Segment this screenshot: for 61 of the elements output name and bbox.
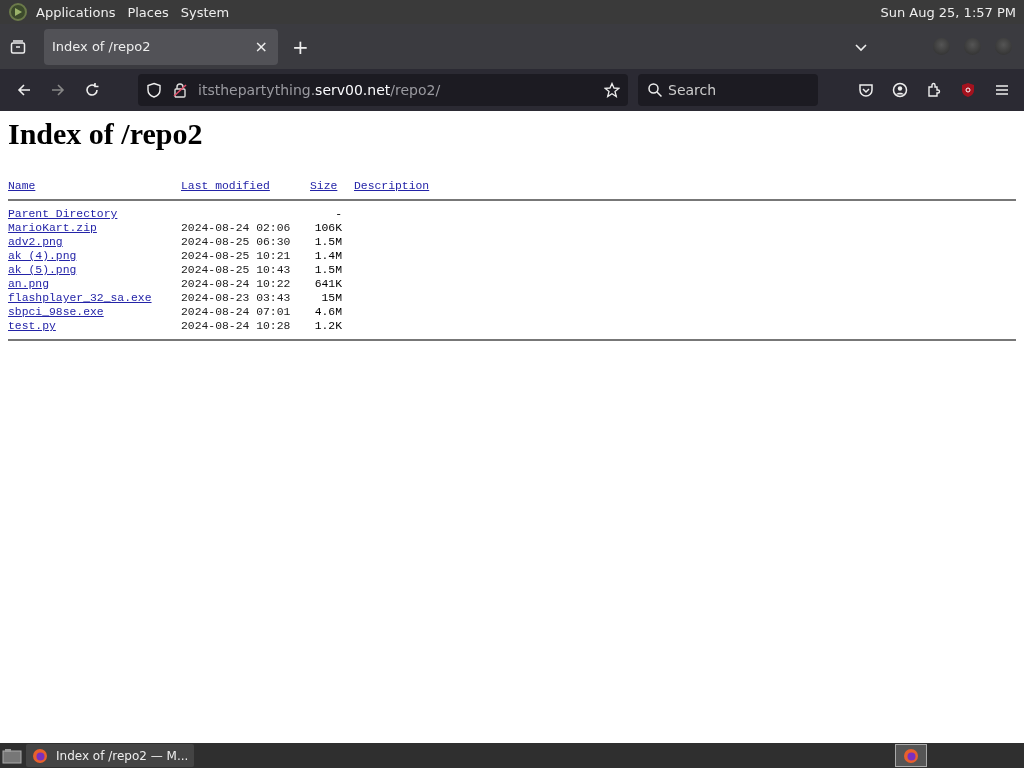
panel-menu[interactable]: Places [127, 4, 169, 20]
modified-date: 2024-08-25 10:21 [181, 249, 292, 263]
search-field[interactable]: Search [638, 74, 818, 106]
forward-icon[interactable] [50, 82, 66, 98]
size-column-link[interactable]: Size [310, 179, 354, 193]
tray-browser-button[interactable] [895, 744, 927, 767]
menu-icon[interactable] [994, 82, 1010, 98]
browser-tab[interactable]: Index of /repo2 × [44, 28, 278, 65]
file-link[interactable]: ak (5).png [8, 263, 181, 277]
puzzle-icon[interactable] [926, 82, 942, 98]
file-link[interactable]: flashplayer_32_sa.exe [8, 291, 181, 305]
description-column-link[interactable]: Description [354, 179, 430, 193]
desktop-icon[interactable] [2, 747, 22, 764]
file-size: 1.5M [313, 263, 342, 277]
browser-globe-icon [32, 747, 48, 764]
file-size: 4.6M [313, 305, 342, 319]
modified-date: 2024-08-24 10:22 [181, 277, 292, 291]
modified-date: 2024-08-24 07:01 [181, 305, 292, 319]
reload-icon[interactable] [84, 82, 100, 98]
file-link[interactable]: ak (4).png [8, 249, 181, 263]
tab-list-icon[interactable] [10, 38, 26, 55]
url-text: itsthepartything.serv00.net/repo2/ [198, 82, 442, 98]
file-link[interactable]: sbpci_98se.exe [8, 305, 181, 319]
close-tab-button[interactable]: × [252, 37, 270, 56]
modified-date: 2024-08-25 10:43 [181, 263, 292, 277]
last-modified-column-link[interactable]: Last modified [181, 179, 310, 193]
play-logo-icon[interactable] [8, 2, 28, 22]
file-size: 106K [313, 221, 342, 235]
file-link[interactable]: an.png [8, 277, 181, 291]
file-link[interactable]: test.py [8, 319, 181, 333]
panel-clock[interactable]: Sun Aug 25, 1:57 PM [880, 4, 1016, 20]
file-link[interactable]: adv2.png [8, 235, 181, 249]
file-size: - [334, 207, 342, 221]
shield-extension-icon[interactable] [960, 82, 976, 98]
address-bar[interactable]: itsthepartything.serv00.net/repo2/ [138, 74, 628, 106]
name-column-link[interactable]: Name [8, 179, 181, 193]
panel-menu[interactable]: System [180, 4, 230, 20]
modified-date: 2024-08-23 03:43 [181, 291, 292, 305]
file-size: 1.4M [313, 249, 342, 263]
lock-warning-icon[interactable] [172, 82, 188, 98]
search-icon [647, 82, 663, 98]
page-heading: Index of /repo2 [8, 117, 204, 151]
file-size: 1.5M [313, 235, 342, 249]
browser-globe-icon [903, 747, 919, 764]
tab-title: Index of /repo2 [52, 39, 152, 54]
file-link[interactable]: MarioKart.zip [8, 221, 181, 235]
file-size: 15M [320, 291, 342, 305]
file-size: 1.2K [313, 319, 342, 333]
modified-date: 2024-08-25 06:30 [181, 235, 292, 249]
file-link[interactable]: Parent Directory [8, 207, 181, 221]
taskbar-window-button[interactable]: Index of /repo2 — M... [26, 744, 195, 767]
new-tab-button[interactable]: + [286, 34, 315, 59]
file-size: 641K [313, 277, 342, 291]
panel-menu[interactable]: Applications [36, 4, 116, 20]
pocket-icon[interactable] [858, 82, 874, 98]
back-icon[interactable] [16, 82, 32, 98]
account-icon[interactable] [892, 82, 908, 98]
shield-icon[interactable] [146, 82, 162, 98]
modified-date: 2024-08-24 02:06 [181, 221, 292, 235]
modified-date: 2024-08-24 10:28 [181, 319, 292, 333]
star-icon[interactable] [604, 82, 620, 98]
